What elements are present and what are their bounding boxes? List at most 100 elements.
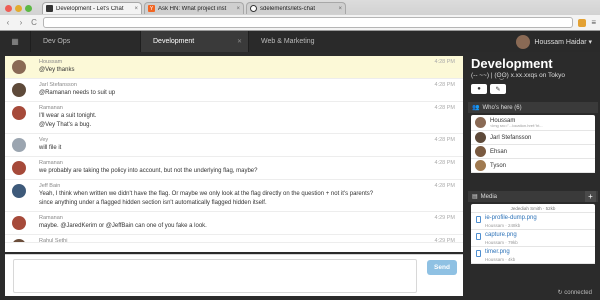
close-tab-icon[interactable]: ✕ [237, 38, 242, 45]
file-meta: Houssam · 248kb [485, 223, 521, 228]
browser-chrome: Development - Let's Chat × Y Ask HN: What p… [0, 0, 600, 31]
address-bar: ‹ › C ≡ [0, 15, 600, 30]
close-window-button[interactable] [5, 5, 12, 12]
file-link[interactable]: timer.png [485, 247, 595, 257]
message-text: we probably are taking the policy into a… [39, 168, 258, 174]
user-status: <img src="...location.href:'ht... [490, 122, 543, 128]
who-list: Houssam <img src="...location.href:'ht...… [471, 115, 595, 173]
user-menu[interactable]: Houssam Haidar ▾ [516, 34, 600, 49]
media-item[interactable]: capture.png Houssam · 79kb [471, 230, 595, 247]
message-author[interactable]: Rahul Sethi [39, 238, 457, 242]
message-text: I'll wear a suit tonight. [39, 113, 97, 119]
message-timestamp: 4:28 PM [434, 137, 455, 143]
avatar[interactable] [12, 106, 26, 120]
close-tab-icon[interactable]: × [236, 6, 240, 12]
message: Houssam 4:28 PM @Vey thanks [5, 56, 463, 79]
file-meta: Houssam · 79kb [485, 240, 518, 245]
message-author[interactable]: Ramanan [39, 215, 457, 222]
file-link[interactable]: ie-profile-dump.png [485, 213, 595, 223]
user-list-item[interactable]: Ehsan [471, 145, 595, 159]
message-author[interactable]: Ramanan [39, 105, 457, 112]
avatar[interactable] [12, 216, 26, 230]
file-icon [476, 250, 481, 257]
media-item[interactable]: ie-profile-dump.png Houssam · 248kb [471, 213, 595, 230]
message-author[interactable]: Jarl Stefansson [39, 82, 457, 89]
message-author[interactable]: Houssam [39, 59, 457, 66]
avatar[interactable] [12, 239, 26, 242]
message-input[interactable] [13, 259, 417, 293]
avatar [516, 34, 531, 49]
message-author[interactable]: Jeff Bain [39, 183, 457, 190]
message-text: will file it [39, 145, 62, 151]
connection-status: ↻ connected [558, 289, 592, 296]
avatar[interactable] [12, 184, 26, 198]
message: Ramanan 4:28 PM we probably are taking the… [5, 157, 463, 180]
room-title: Development [471, 56, 553, 71]
message-author[interactable]: Vey [39, 137, 457, 144]
browser-tab-title: Ask HN: What project inst [158, 5, 227, 12]
browser-tab[interactable]: Development - Let's Chat × [42, 2, 142, 14]
room-tab-dev-ops[interactable]: Dev Ops [30, 31, 140, 52]
minimize-window-button[interactable] [15, 5, 22, 12]
extension-icon[interactable] [578, 18, 587, 27]
user-list-item[interactable]: Houssam <img src="...location.href:'ht... [471, 115, 595, 131]
room-actions: ● ✎ [471, 84, 506, 94]
add-file-button[interactable]: + [585, 191, 596, 202]
file-meta: Houssam · 4kb [485, 257, 516, 262]
close-tab-icon[interactable]: × [134, 6, 138, 12]
avatar[interactable] [12, 138, 26, 152]
message-timestamp: 4:28 PM [434, 105, 455, 111]
message-text: Yeah, I think when written we didn't hav… [39, 191, 374, 197]
browser-tab[interactable]: Y Ask HN: What project inst × [144, 2, 244, 14]
file-icon [476, 233, 481, 240]
room-sidebar: Development (-- ~~) | (ʘ͜ʘ) x.xx.xxqs on… [468, 52, 600, 300]
edit-icon[interactable]: ✎ [490, 84, 506, 94]
message: Vey 4:28 PM will file it [5, 134, 463, 157]
chat-favicon-icon [46, 5, 53, 12]
media-item-meta: Jedediah Smith · 52kb [471, 204, 595, 213]
room-tab-development[interactable]: Development ✕ [140, 31, 248, 52]
room-tab-label: Web & Marketing [261, 38, 315, 45]
connection-status-label: connected [564, 290, 592, 296]
github-favicon-icon [250, 5, 257, 12]
message-author[interactable]: Ramanan [39, 160, 457, 167]
media-header-label: Media [480, 193, 498, 200]
media-item[interactable]: timer.png Houssam · 4kb [471, 247, 595, 264]
browser-menu-icon[interactable]: ≡ [591, 18, 596, 27]
file-link[interactable]: capture.png [485, 230, 595, 240]
room-tab-label: Dev Ops [43, 38, 71, 45]
message-timestamp: 4:28 PM [434, 183, 455, 189]
avatar[interactable] [12, 161, 26, 175]
avatar [475, 132, 486, 143]
media-list: Jedediah Smith · 52kb ie-profile-dump.pn… [471, 204, 595, 264]
file-icon [476, 216, 481, 223]
user-info: Houssam <img src="...location.href:'ht... [490, 118, 543, 128]
browser-tab[interactable]: sdelements/lets-chat × [246, 2, 346, 14]
user-info: Ehsan [490, 149, 507, 155]
user-list-item[interactable]: Jarl Stefansson [471, 131, 595, 145]
zoom-window-button[interactable] [25, 5, 32, 12]
comment-icon[interactable]: ● [471, 84, 487, 94]
close-tab-icon[interactable]: × [338, 6, 342, 12]
message-timestamp: 4:28 PM [434, 82, 455, 88]
message-list[interactable]: Houssam 4:28 PM @Vey thanks Jarl Stefansson… [5, 56, 463, 252]
refresh-icon: ↻ [557, 290, 563, 296]
avatar[interactable] [12, 83, 26, 97]
window-controls [5, 5, 32, 12]
user-list-item[interactable]: Tyson [471, 159, 595, 173]
message: Ramanan 4:28 PM I'll wear a suit tonight. @… [5, 102, 463, 134]
user-name: Tyson [490, 162, 507, 169]
message: Ramanan 4:29 PM maybe. @JaredKerim or @Jef… [5, 212, 463, 235]
url-input[interactable] [43, 17, 574, 28]
message-text: maybe. @JaredKerim or @JeffBain can one … [39, 223, 207, 229]
room-tab-web-marketing[interactable]: Web & Marketing [248, 31, 358, 52]
forward-arrow-icon[interactable]: › [17, 18, 25, 27]
reload-icon[interactable]: C [30, 18, 38, 27]
message-timestamp: 4:28 PM [434, 59, 455, 65]
send-button[interactable]: Send [427, 260, 457, 275]
avatar[interactable] [12, 60, 26, 74]
message-text: @Vey thanks [39, 67, 75, 73]
user-name: Jarl Stefansson [490, 134, 532, 141]
rooms-grid-icon[interactable]: ▦ [0, 37, 30, 46]
back-arrow-icon[interactable]: ‹ [4, 18, 12, 27]
